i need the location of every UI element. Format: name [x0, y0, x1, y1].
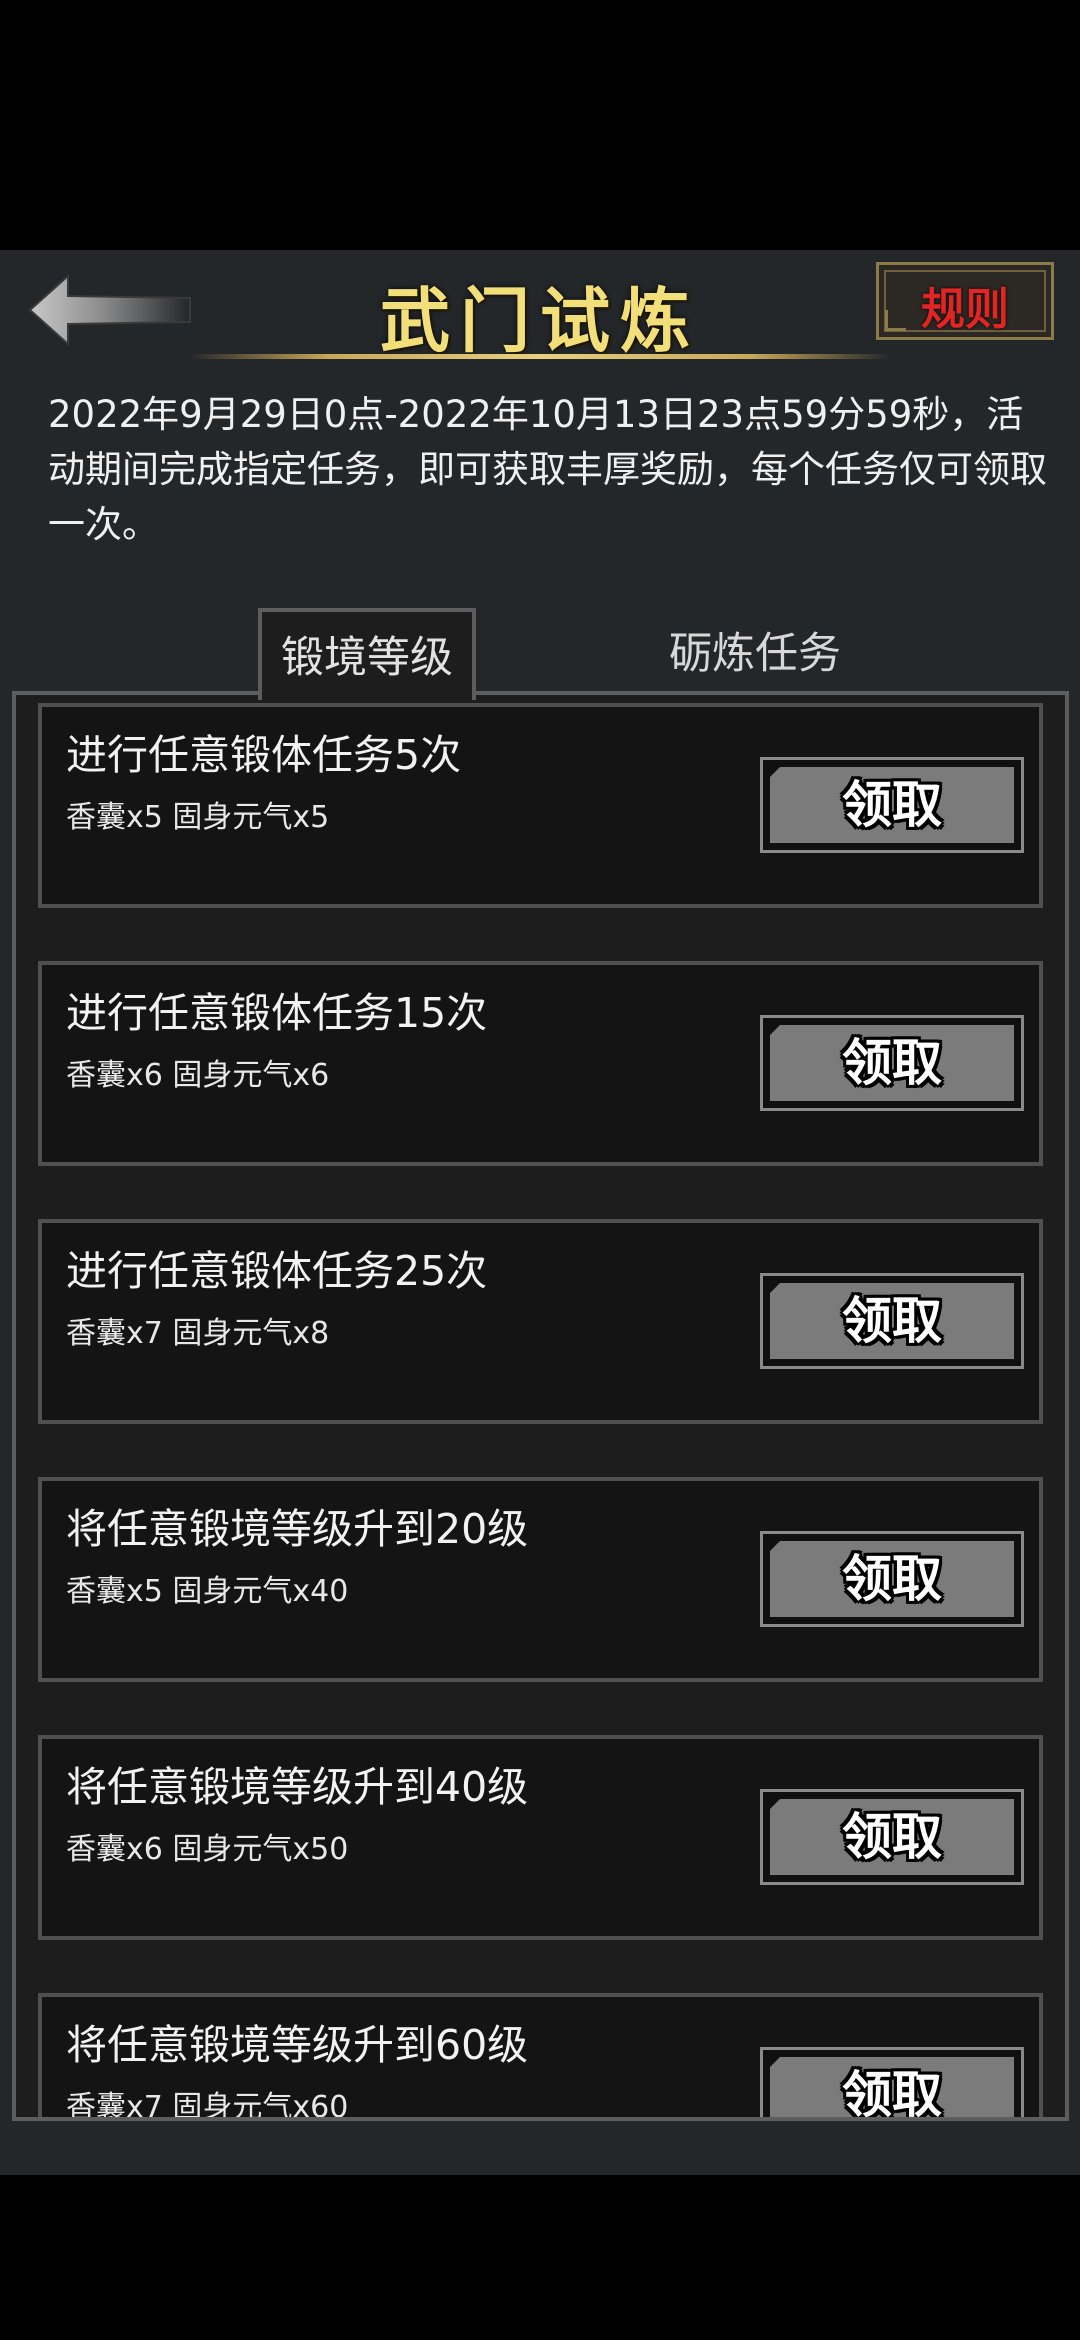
- tab-forging-level[interactable]: 锻境等级: [258, 608, 476, 700]
- task-list-panel[interactable]: 进行任意锻体任务5次 香囊x5 固身元气x5 领取 进行任意锻体任务15次 香囊…: [12, 691, 1069, 2121]
- claim-button[interactable]: 领取: [760, 757, 1024, 853]
- task-card: 将任意锻境等级升到60级 香囊x7 固身元气x60 领取: [38, 1993, 1043, 2121]
- task-card: 进行任意锻体任务5次 香囊x5 固身元气x5 领取: [38, 703, 1043, 908]
- tab-training-tasks[interactable]: 砺炼任务: [620, 608, 890, 700]
- task-reward: 香囊x7 固身元气x60: [66, 2090, 349, 2121]
- task-reward: 香囊x6 固身元气x6: [66, 1058, 330, 1093]
- task-card: 将任意锻境等级升到40级 香囊x6 固身元气x50 领取: [38, 1735, 1043, 1940]
- claim-button[interactable]: 领取: [760, 1789, 1024, 1885]
- rules-button-label: 规则: [921, 284, 1009, 335]
- claim-button-label: 领取: [770, 1541, 1014, 1617]
- event-description: 2022年9月29日0点-2022年10月13日23点59分59秒，活动期间完成…: [48, 393, 1047, 546]
- claim-button-label: 领取: [770, 1283, 1014, 1359]
- task-name: 进行任意锻体任务25次: [66, 1247, 488, 1295]
- task-name: 进行任意锻体任务5次: [66, 731, 462, 779]
- task-list: 进行任意锻体任务5次 香囊x5 固身元气x5 领取 进行任意锻体任务15次 香囊…: [38, 703, 1043, 2121]
- task-name: 进行任意锻体任务15次: [66, 989, 488, 1037]
- task-name: 将任意锻境等级升到20级: [66, 1505, 529, 1553]
- task-reward: 香囊x7 固身元气x8: [66, 1316, 330, 1351]
- task-reward: 香囊x5 固身元气x40: [66, 1574, 349, 1609]
- claim-button-label: 领取: [770, 1025, 1014, 1101]
- rules-button[interactable]: 规则: [876, 262, 1054, 340]
- task-card: 进行任意锻体任务15次 香囊x6 固身元气x6 领取: [38, 961, 1043, 1166]
- claim-button-label: 领取: [770, 2057, 1014, 2117]
- claim-button[interactable]: 领取: [760, 1273, 1024, 1369]
- task-reward: 香囊x5 固身元气x5: [66, 800, 330, 835]
- claim-button-label: 领取: [770, 767, 1014, 843]
- task-name: 将任意锻境等级升到40级: [66, 1763, 529, 1811]
- title-divider: [190, 354, 890, 359]
- claim-button-label: 领取: [770, 1799, 1014, 1875]
- task-reward: 香囊x6 固身元气x50: [66, 1832, 349, 1867]
- claim-button[interactable]: 领取: [760, 1531, 1024, 1627]
- claim-button[interactable]: 领取: [760, 2047, 1024, 2117]
- activity-screen: 武门试炼 规则 2022年9月29日0点-2022年10月13日23点59分59…: [0, 250, 1080, 2175]
- task-card: 将任意锻境等级升到20级 香囊x5 固身元气x40 领取: [38, 1477, 1043, 1682]
- claim-button[interactable]: 领取: [760, 1015, 1024, 1111]
- task-name: 将任意锻境等级升到60级: [66, 2021, 529, 2069]
- task-card: 进行任意锻体任务25次 香囊x7 固身元气x8 领取: [38, 1219, 1043, 1424]
